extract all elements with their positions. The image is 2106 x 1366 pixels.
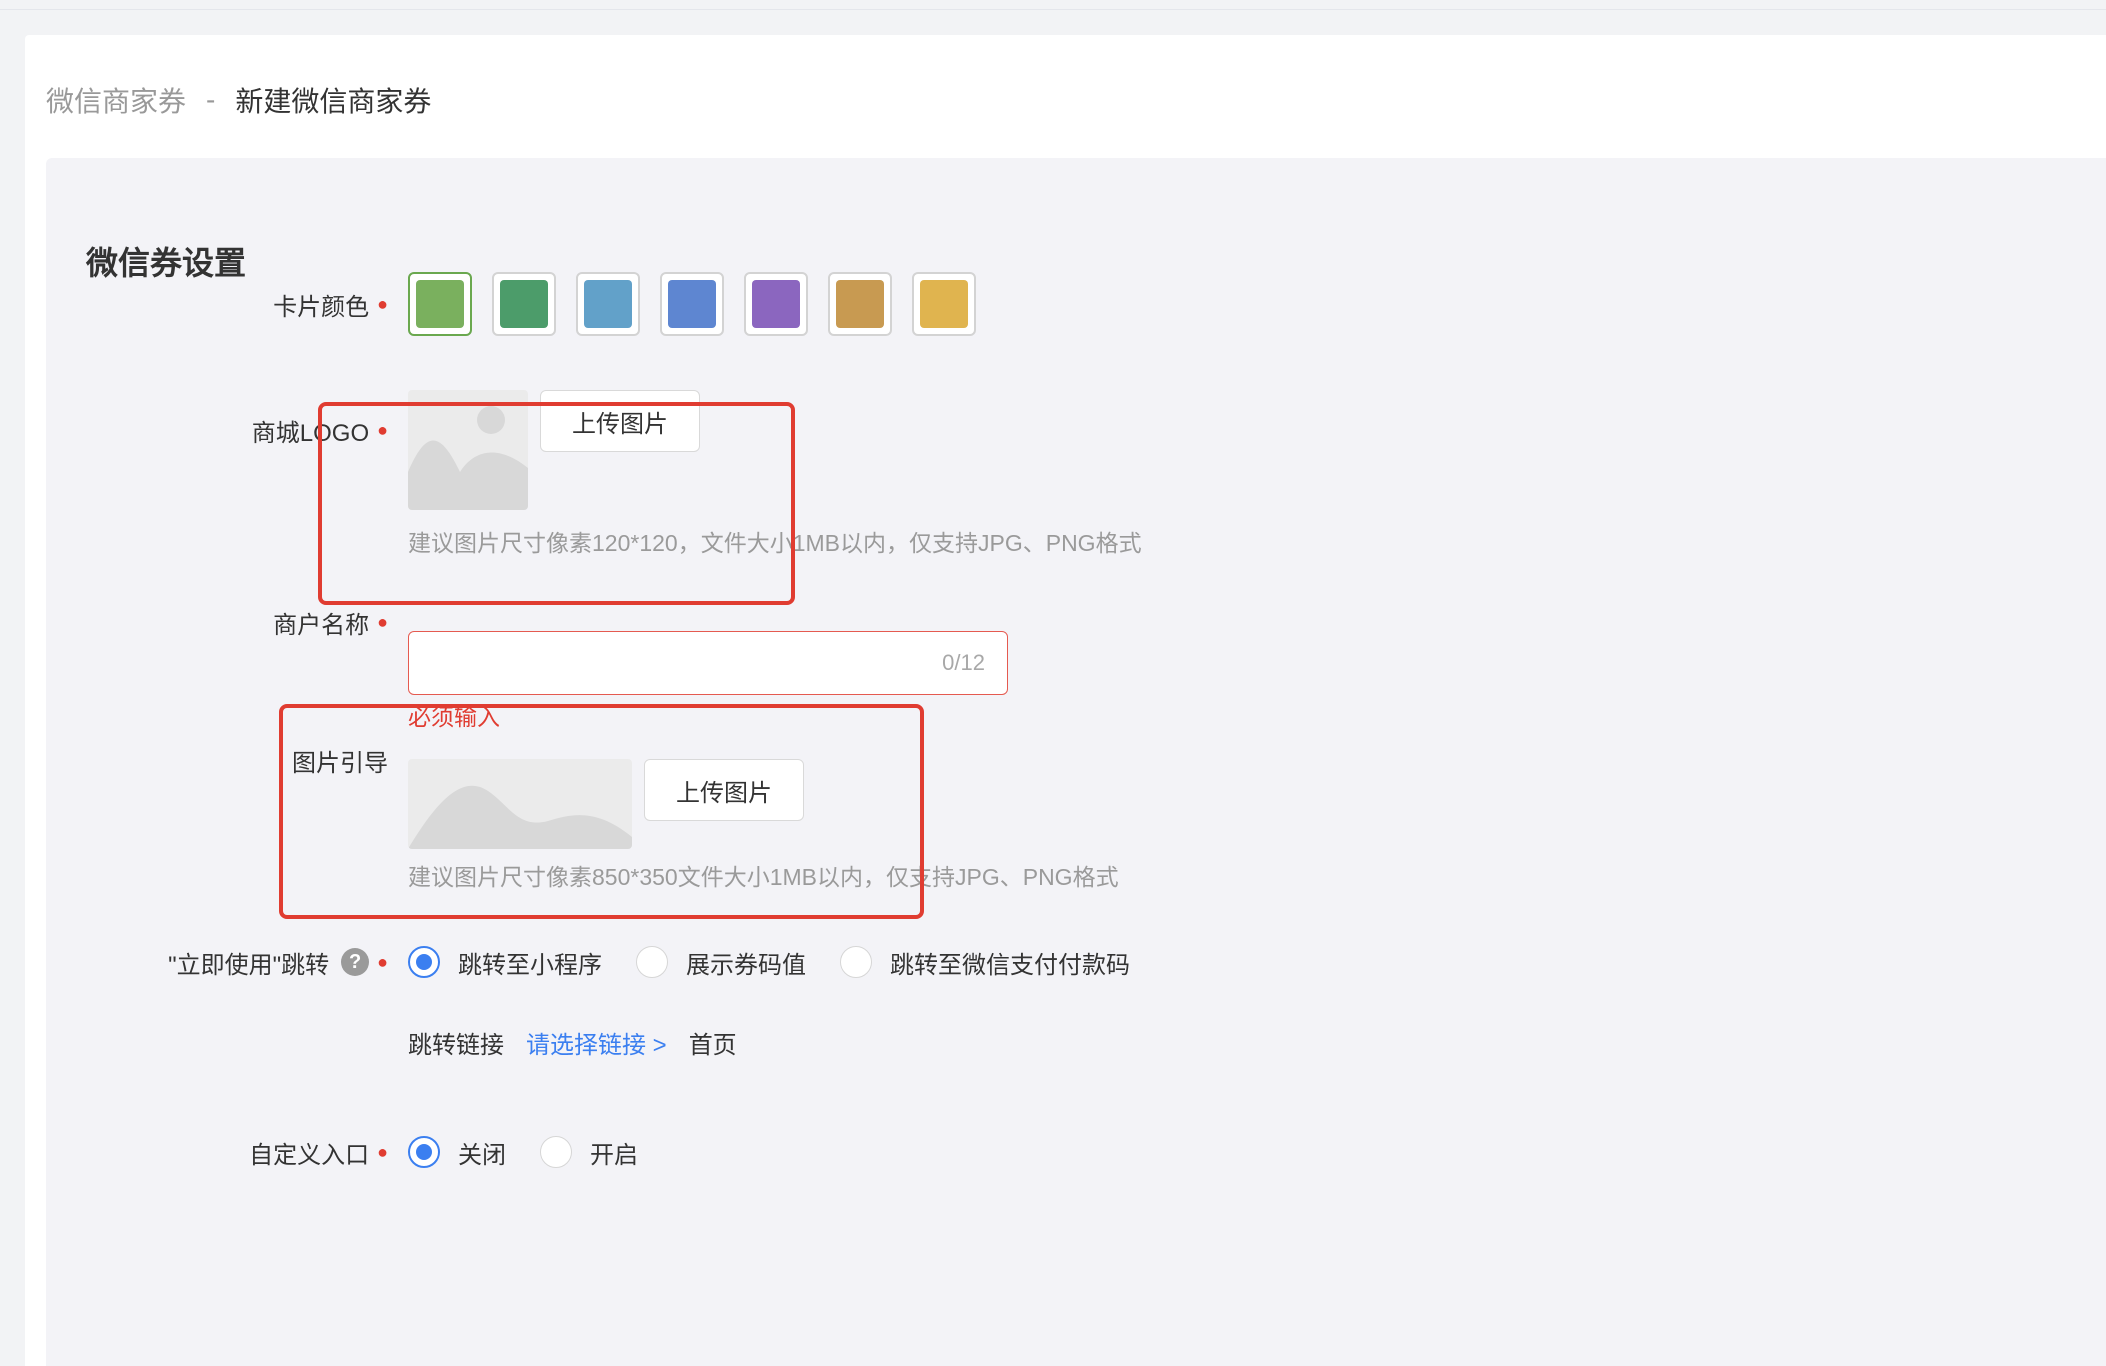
card-color-label: 卡片颜色 ● (273, 293, 388, 321)
page-card: 微信商家券 - 新建微信商家券 微信券设置 卡片颜色 ● 商城LOGO ● 上传… (25, 35, 2106, 1366)
radio-checked-icon[interactable] (408, 946, 440, 978)
merchant-name-label: 商户名称 ● (273, 611, 388, 639)
merchant-name-input[interactable]: 0/12 (408, 631, 1008, 695)
color-swatch-1[interactable] (408, 272, 472, 336)
breadcrumb-separator: - (206, 84, 216, 115)
radio-custom-entry-on[interactable]: 开启 (540, 1135, 638, 1170)
radio-unchecked-icon[interactable] (840, 946, 872, 978)
radio-show-coupon-code[interactable]: 展示券码值 (636, 945, 806, 980)
annotation-box-image-guide (279, 704, 924, 919)
color-swatch-7[interactable] (912, 272, 976, 336)
color-swatch-3[interactable] (576, 272, 640, 336)
breadcrumb-parent[interactable]: 微信商家券 (46, 80, 186, 120)
custom-entry-options: 关闭 开启 (408, 1132, 672, 1172)
jump-link-label: 跳转链接 (408, 1031, 504, 1059)
jump-link-value: 首页 (688, 1031, 737, 1059)
radio-custom-entry-off[interactable]: 关闭 (408, 1135, 506, 1170)
select-link-button[interactable]: 请选择链接 > (526, 1025, 667, 1060)
custom-entry-label: 自定义入口 ● (249, 1141, 388, 1169)
section-title: 微信券设置 (86, 245, 247, 281)
color-swatch-6[interactable] (828, 272, 892, 336)
radio-unchecked-icon[interactable] (636, 946, 668, 978)
annotation-box-logo (318, 402, 795, 605)
radio-wechat-pay-code[interactable]: 跳转至微信支付付款码 (840, 945, 1130, 980)
required-mark: ● (377, 1141, 388, 1162)
use-now-jump-options: 跳转至小程序 展示券码值 跳转至微信支付付款码 (408, 942, 1164, 982)
use-now-jump-label: "立即使用"跳转? ● (78, 942, 388, 982)
coupon-settings-panel: 微信券设置 卡片颜色 ● 商城LOGO ● 上传图片 建议图片尺寸像素120*120… (46, 158, 2106, 1366)
radio-mini-program[interactable]: 跳转至小程序 (408, 945, 602, 980)
radio-checked-icon[interactable] (408, 1136, 440, 1168)
required-mark: ● (377, 611, 388, 632)
card-color-swatches (408, 272, 976, 336)
color-swatch-2[interactable] (492, 272, 556, 336)
required-mark: ● (377, 951, 388, 972)
required-mark: ● (377, 293, 388, 314)
radio-unchecked-icon[interactable] (540, 1136, 572, 1168)
color-swatch-4[interactable] (660, 272, 724, 336)
jump-link-row: 跳转链接 请选择链接 > 首页 (408, 1022, 737, 1062)
breadcrumb-current: 新建微信商家券 (235, 86, 432, 117)
help-icon[interactable]: ? (341, 948, 370, 976)
color-swatch-5[interactable] (744, 272, 808, 336)
top-bar (0, 0, 2106, 10)
character-counter: 0/12 (942, 650, 985, 675)
breadcrumb: 微信商家券 - 新建微信商家券 (46, 80, 431, 120)
